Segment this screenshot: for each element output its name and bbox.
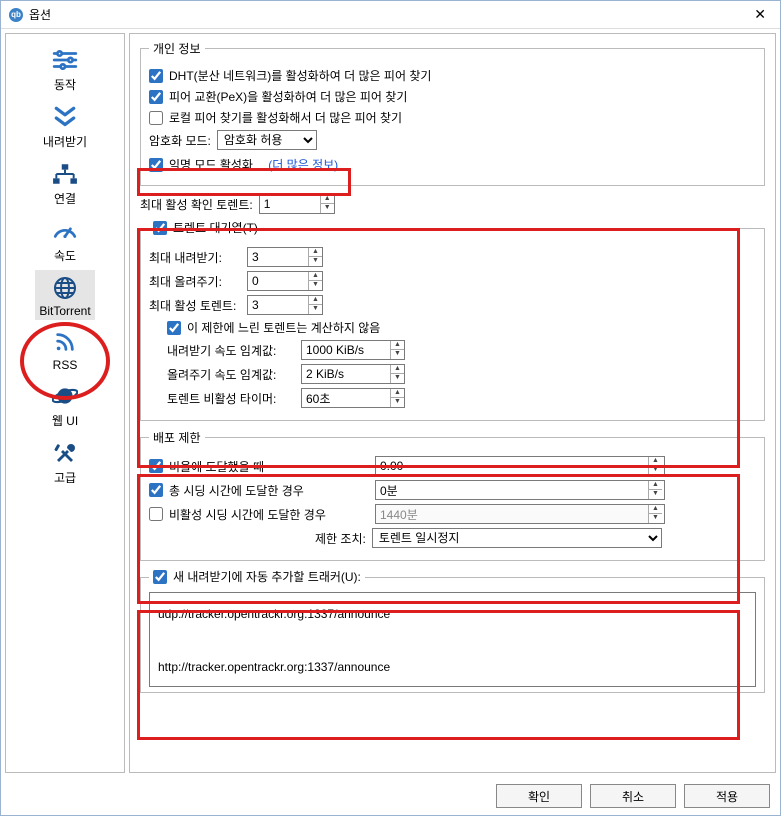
sidebar-label: 웹 UI <box>52 412 78 429</box>
download-chevrons-icon <box>51 105 79 129</box>
globe-icon <box>51 276 79 300</box>
anonymous-checkbox[interactable] <box>149 158 163 172</box>
sidebar-item-behavior[interactable]: 동작 <box>6 42 124 95</box>
max-active-check-label: 최대 활성 확인 토렌트: <box>140 196 253 213</box>
window-title: 옵션 <box>29 6 748 23</box>
sidebar-item-bittorrent[interactable]: BitTorrent <box>35 270 95 320</box>
sidebar-label: BitTorrent <box>39 304 90 318</box>
pex-label: 피어 교환(PeX)을 활성화하여 더 많은 피어 찾기 <box>169 88 407 105</box>
lpd-label: 로컬 피어 찾기를 활성화해서 더 많은 피어 찾기 <box>169 109 402 126</box>
ul-thresh-label: 올려주기 속도 임계값: <box>167 366 295 383</box>
dl-thresh-spinner[interactable]: ▲▼ <box>301 340 405 360</box>
sidebar-label: 연결 <box>54 190 76 207</box>
sidebar-label: RSS <box>53 358 78 372</box>
total-seed-spinner[interactable]: ▲▼ <box>375 480 665 500</box>
privacy-legend: 개인 정보 <box>149 40 205 57</box>
slow-exclude-checkbox[interactable] <box>167 321 181 335</box>
max-dl-spinner[interactable]: ▲▼ <box>247 247 323 267</box>
inact-seed-checkbox[interactable] <box>149 507 163 521</box>
privacy-group: 개인 정보 DHT(분산 네트워크)를 활성화하여 더 많은 피어 찾기 피어 … <box>140 40 765 186</box>
lpd-checkbox[interactable] <box>149 111 163 125</box>
network-icon <box>51 162 79 186</box>
max-act-label: 최대 활성 토렌트: <box>149 297 241 314</box>
ratio-spinner[interactable]: ▲▼ <box>375 456 665 476</box>
gauge-icon <box>51 219 79 243</box>
close-button[interactable]: ✕ <box>748 6 772 23</box>
queue-enable-checkbox[interactable] <box>153 221 167 235</box>
dht-checkbox[interactable] <box>149 69 163 83</box>
dl-thresh-label: 내려받기 속도 임계값: <box>167 342 295 359</box>
encryption-select[interactable]: 암호화 허용 <box>217 130 317 150</box>
queue-group: 토렌트 대기열(T) 최대 내려받기: ▲▼ 최대 올려주기: ▲▼ 최대 활성… <box>140 220 765 421</box>
app-icon: qb <box>9 8 23 22</box>
tools-icon <box>51 441 79 465</box>
inact-seed-label: 비활성 시딩 시간에 도달한 경우 <box>169 506 369 523</box>
rss-icon <box>51 330 79 354</box>
max-dl-label: 최대 내려받기: <box>149 249 241 266</box>
action-select[interactable]: 토렌트 일시정지 <box>372 528 662 548</box>
sidebar-item-speed[interactable]: 속도 <box>6 213 124 266</box>
sidebar-label: 고급 <box>54 469 76 486</box>
trackers-textarea[interactable] <box>149 592 756 687</box>
sidebar-item-connection[interactable]: 연결 <box>6 156 124 209</box>
action-label: 제한 조치: <box>315 530 366 547</box>
apply-button[interactable]: 적용 <box>684 784 770 808</box>
seed-limit-legend: 배포 제한 <box>149 429 205 446</box>
slow-exclude-label: 이 제한에 느린 토렌트는 계산하지 않음 <box>187 319 380 336</box>
ratio-label: 비율에 도달했을 때 <box>169 458 369 475</box>
content-panel: 개인 정보 DHT(분산 네트워크)를 활성화하여 더 많은 피어 찾기 피어 … <box>129 33 776 773</box>
trackers-enable-checkbox[interactable] <box>153 570 167 584</box>
pex-checkbox[interactable] <box>149 90 163 104</box>
sliders-icon <box>51 48 79 72</box>
inact-timer-spinner[interactable]: ▲▼ <box>301 388 405 408</box>
inact-timer-label: 토렌트 비활성 타이머: <box>167 390 295 407</box>
anonymous-more-link[interactable]: (더 많은 정보) <box>268 156 338 173</box>
max-active-check-spinner[interactable]: ▲▼ <box>259 194 335 214</box>
sidebar-item-downloads[interactable]: 내려받기 <box>6 99 124 152</box>
max-act-spinner[interactable]: ▲▼ <box>247 295 323 315</box>
ul-thresh-spinner[interactable]: ▲▼ <box>301 364 405 384</box>
encryption-label: 암호화 모드: <box>149 132 211 149</box>
sidebar-item-webui[interactable]: 웹 UI <box>6 378 124 431</box>
trackers-legend: 새 내려받기에 자동 추가할 트래커(U): <box>173 568 361 585</box>
sidebar-item-rss[interactable]: RSS <box>6 324 124 374</box>
dialog-footer: 확인 취소 적용 <box>1 777 780 815</box>
seed-limit-group: 배포 제한 비율에 도달했을 때 ▲▼ 총 시딩 시간에 도달한 경우 ▲▼ 비… <box>140 429 765 561</box>
sidebar-label: 속도 <box>54 247 76 264</box>
sidebar: 동작 내려받기 연결 속도 <box>5 33 125 773</box>
inact-seed-spinner[interactable]: ▲▼ <box>375 504 665 524</box>
sidebar-label: 동작 <box>54 76 76 93</box>
sidebar-label: 내려받기 <box>43 133 87 150</box>
cancel-button[interactable]: 취소 <box>590 784 676 808</box>
total-seed-checkbox[interactable] <box>149 483 163 497</box>
ok-button[interactable]: 확인 <box>496 784 582 808</box>
queue-legend: 토렌트 대기열(T) <box>173 219 258 236</box>
ratio-checkbox[interactable] <box>149 459 163 473</box>
total-seed-label: 총 시딩 시간에 도달한 경우 <box>169 482 369 499</box>
max-up-label: 최대 올려주기: <box>149 273 241 290</box>
trackers-group: 새 내려받기에 자동 추가할 트래커(U): <box>140 569 765 693</box>
max-up-spinner[interactable]: ▲▼ <box>247 271 323 291</box>
planet-icon <box>51 384 79 408</box>
sidebar-item-advanced[interactable]: 고급 <box>6 435 124 488</box>
anonymous-label: 익명 모드 활성화 <box>169 156 253 173</box>
dht-label: DHT(분산 네트워크)를 활성화하여 더 많은 피어 찾기 <box>169 67 431 84</box>
